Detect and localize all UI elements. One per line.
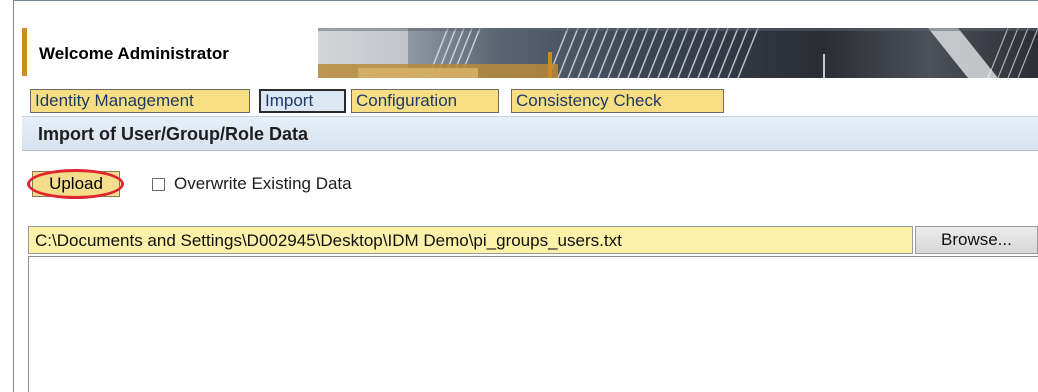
section-header: Import of User/Group/Role Data <box>22 116 1038 151</box>
import-content-textarea[interactable] <box>28 256 1038 392</box>
tab-consistency-check[interactable]: Consistency Check <box>511 89 724 113</box>
welcome-text: Welcome Administrator <box>39 44 229 63</box>
tab-configuration[interactable]: Configuration <box>351 89 499 113</box>
overwrite-existing-checkbox[interactable] <box>152 178 165 191</box>
browse-button[interactable]: Browse... <box>915 226 1038 254</box>
frame-top-border <box>13 0 1038 1</box>
header-banner-image <box>318 28 1038 78</box>
tab-identity-management[interactable]: Identity Management <box>30 89 250 113</box>
overwrite-existing-label: Overwrite Existing Data <box>174 174 352 193</box>
section-title: Import of User/Group/Role Data <box>38 124 309 144</box>
frame-left-border <box>13 0 14 392</box>
tab-import[interactable]: Import <box>259 89 346 113</box>
upload-button[interactable]: Upload <box>32 171 120 197</box>
welcome-box: Welcome Administrator <box>22 28 318 76</box>
banner-graphic <box>318 28 1038 78</box>
page-header: Welcome Administrator <box>22 28 1038 78</box>
file-path-input[interactable] <box>28 226 913 254</box>
